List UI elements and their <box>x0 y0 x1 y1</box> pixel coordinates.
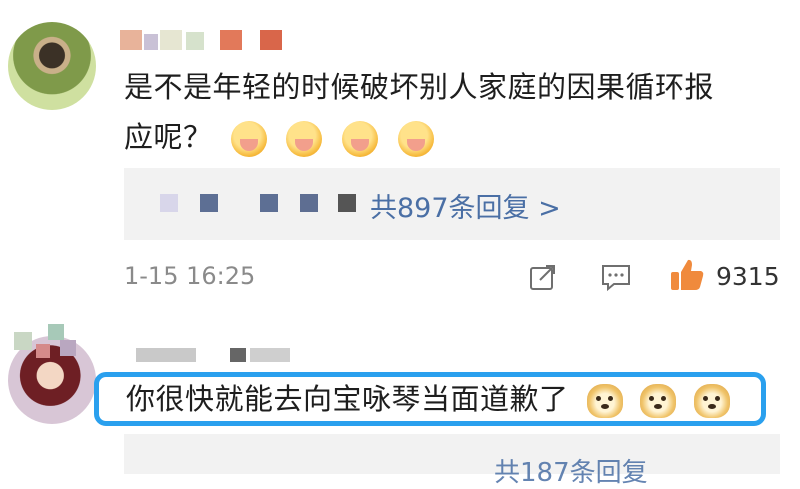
username-redacted[interactable] <box>120 30 290 52</box>
comment-text-line: 你很快就能去向宝咏琴当面道歉了 <box>126 382 569 416</box>
comment-icon[interactable] <box>600 262 632 292</box>
reply-usernames-redacted <box>160 194 380 214</box>
reply-preview-box[interactable]: 共187条回复 <box>124 434 780 488</box>
comment-text-line1: 是不是年轻的时候破坏别人家庭的因果循环报 <box>124 70 715 104</box>
comment-timestamp: 1-15 16:25 <box>124 262 256 290</box>
hush-emoji-icon <box>341 121 378 157</box>
reply-count-link[interactable]: 共897条回复 > <box>370 186 561 225</box>
hush-emoji-icon <box>230 121 267 157</box>
reply-count-link[interactable]: 共187条回复 <box>494 452 648 489</box>
doge-emoji-icon <box>586 384 623 418</box>
doge-emoji-icon <box>693 384 730 418</box>
like-thumb-icon[interactable] <box>668 256 706 294</box>
username-redacted[interactable] <box>0 318 300 362</box>
share-icon[interactable] <box>528 262 558 292</box>
comment-text: 你很快就能去向宝咏琴当面道歉了 <box>126 375 730 423</box>
avatar[interactable] <box>8 22 96 110</box>
emoji-group <box>579 375 730 423</box>
emoji-group <box>230 112 444 162</box>
comment-text: 是不是年轻的时候破坏别人家庭的因果循环报 应呢？ <box>124 62 784 162</box>
hush-emoji-icon <box>397 121 434 157</box>
comment-text-line2: 应呢？ <box>124 112 784 162</box>
reply-preview-box[interactable]: 共897条回复 > <box>124 168 780 240</box>
like-count: 9315 <box>716 262 780 291</box>
comment-text-line2-text: 应呢？ <box>124 120 213 154</box>
doge-emoji-icon <box>640 384 677 418</box>
hush-emoji-icon <box>286 121 323 157</box>
